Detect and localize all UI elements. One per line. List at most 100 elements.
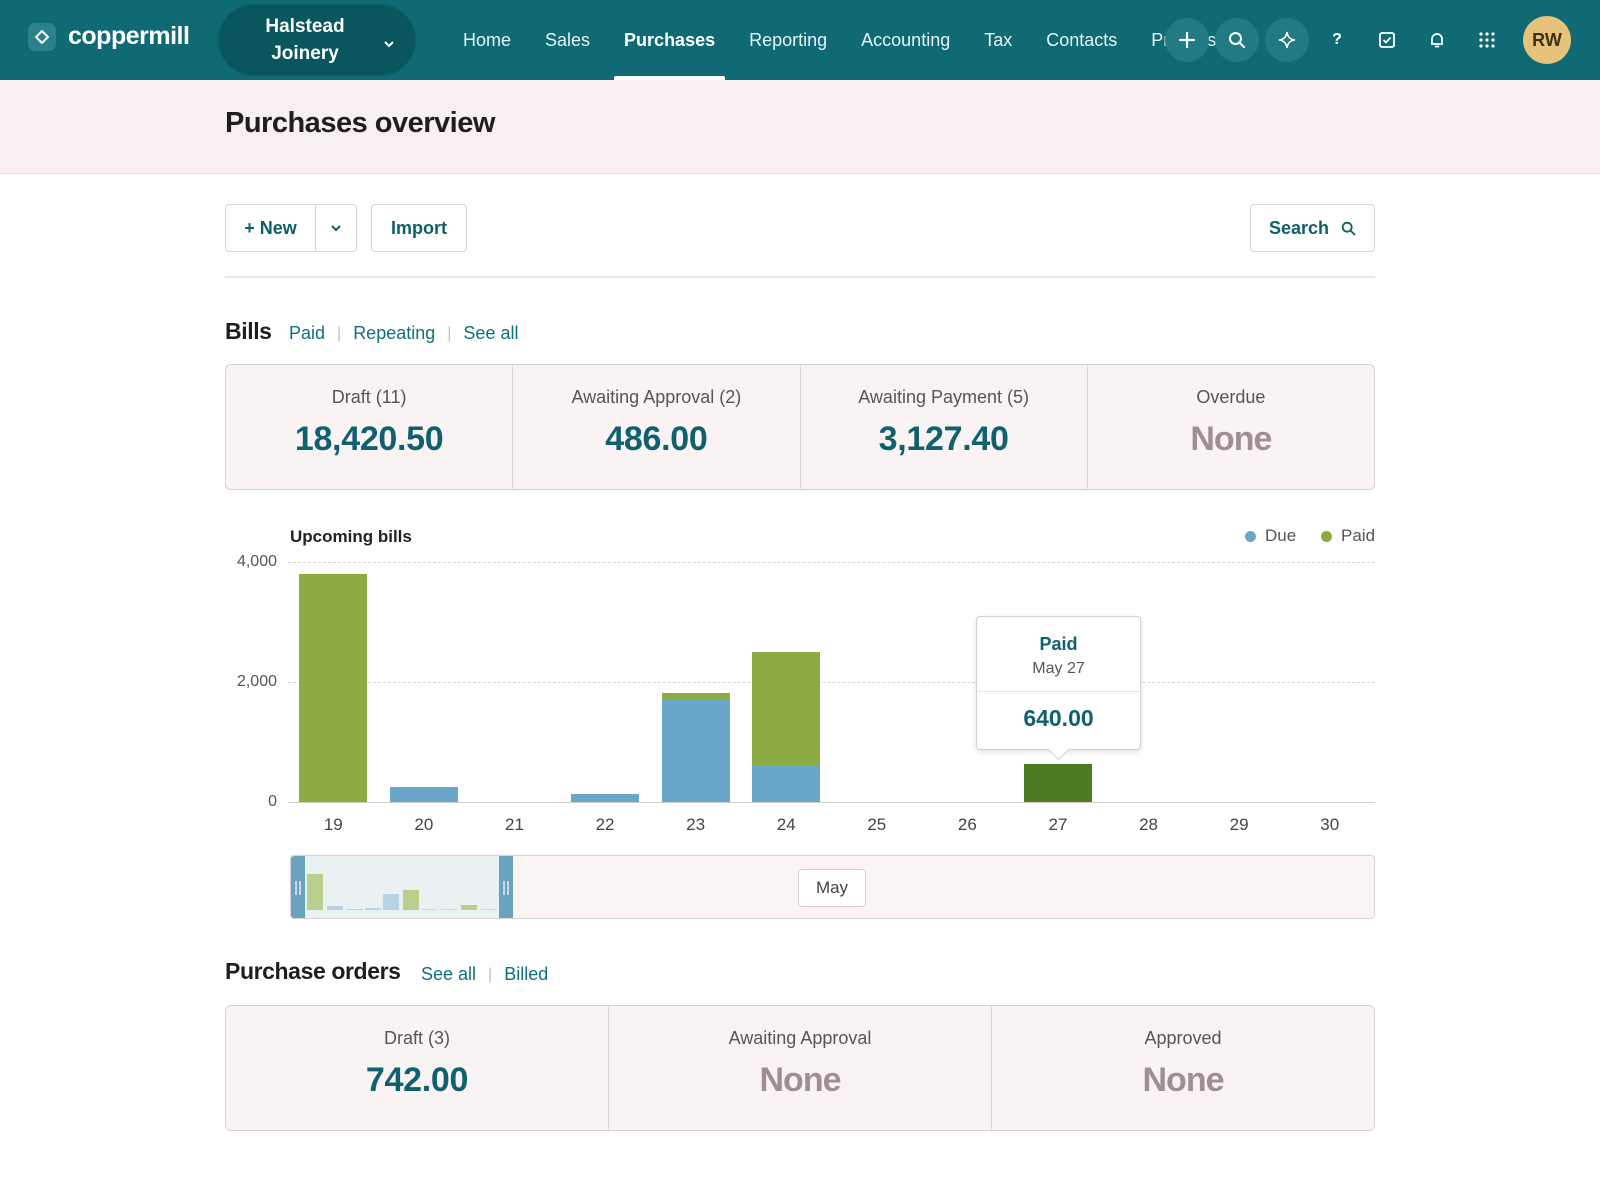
bills-link-see-all[interactable]: See all [463, 323, 518, 344]
card-value: None [1142, 1061, 1225, 1099]
y-tick-label: 2,000 [236, 673, 277, 690]
card-value: 3,127.40 [878, 420, 1009, 458]
page-title: Purchases overview [225, 107, 495, 139]
purchase-orders-summary-cards: Draft (3) 742.00 Awaiting Approval None … [225, 1005, 1375, 1131]
navigator-right-handle[interactable] [499, 856, 513, 918]
x-tick-label: 22 [595, 815, 615, 834]
nav-accounting[interactable]: Accounting [844, 0, 967, 80]
x-tick-label: 19 [323, 815, 343, 834]
x-tick-label: 23 [686, 815, 706, 834]
nav-sales[interactable]: Sales [528, 0, 607, 80]
bar-paid-19[interactable] [299, 574, 368, 802]
card-value: None [1190, 420, 1272, 458]
x-axis-baseline [288, 802, 1375, 803]
po-card-awaiting-approval[interactable]: Awaiting Approval None [609, 1006, 992, 1130]
tasks-icon[interactable] [1365, 18, 1409, 62]
po-card-draft[interactable]: Draft (3) 742.00 [226, 1006, 609, 1130]
plus-icon[interactable] [1165, 18, 1209, 62]
link-separator: | [447, 324, 452, 342]
legend-paid-swatch [1321, 530, 1332, 542]
po-card-approved[interactable]: Approved None [992, 1006, 1374, 1130]
organisation-switcher[interactable]: Halstead Joinery [218, 4, 416, 76]
search-icon[interactable] [1215, 18, 1259, 62]
purchase-orders-links: See all | Billed [421, 964, 548, 985]
navigator-left-handle[interactable] [291, 856, 305, 918]
import-button[interactable]: Import [371, 204, 467, 252]
card-value: 742.00 [365, 1061, 469, 1099]
search-icon [1341, 221, 1356, 236]
x-tick-label: 29 [1229, 815, 1249, 834]
x-tick-label: 28 [1139, 815, 1158, 834]
bar-paid-23[interactable] [661, 692, 730, 699]
bell-icon[interactable] [1415, 18, 1459, 62]
card-value: None [759, 1061, 842, 1099]
new-split-button: + New [225, 204, 357, 252]
search-button-label: Search [1268, 217, 1330, 238]
navigator-selected-range[interactable] [291, 856, 513, 918]
new-dropdown-chevron-icon[interactable] [316, 205, 356, 251]
x-tick-label: 25 [867, 815, 887, 834]
bills-card-awaiting-payment[interactable]: Awaiting Payment (5) 3,127.40 [801, 365, 1088, 489]
y-tick-label: 0 [268, 793, 277, 810]
main-nav: Home Sales Purchases Reporting Accountin… [446, 0, 1233, 80]
bar-paid-24[interactable] [752, 652, 821, 765]
legend-due-label: Due [1265, 526, 1297, 545]
tooltip-date: May 27 [1032, 660, 1085, 677]
legend-due[interactable]: Due [1245, 526, 1296, 546]
card-label: Draft (3) [383, 1028, 450, 1048]
bills-card-draft[interactable]: Draft (11) 18,420.50 [226, 365, 514, 489]
app-grid-icon[interactable] [1465, 18, 1509, 62]
chevron-down-icon [383, 35, 395, 53]
x-tick-label: 24 [776, 815, 796, 834]
bar-due-24[interactable] [752, 764, 821, 802]
card-label: Awaiting Payment (5) [858, 387, 1029, 407]
bar-due-20[interactable] [389, 787, 458, 802]
legend-paid[interactable]: Paid [1321, 526, 1375, 546]
link-separator: | [488, 965, 493, 983]
legend-paid-label: Paid [1341, 526, 1376, 545]
organisation-name: Halstead Joinery [265, 16, 345, 64]
x-tick-label: 21 [504, 815, 524, 834]
bills-link-repeating[interactable]: Repeating [353, 323, 435, 344]
sparkle-icon[interactable] [1265, 18, 1309, 62]
chart-tooltip: Paid May 27 640.00 [976, 616, 1141, 750]
y-tick-label: 4,000 [236, 553, 277, 570]
brand-diamond-icon [28, 22, 56, 51]
po-link-see-all[interactable]: See all [421, 964, 476, 985]
bar-due-22[interactable] [571, 794, 640, 802]
tooltip-value: 640.00 [1023, 705, 1094, 731]
purchase-orders-heading: Purchase orders [225, 958, 401, 984]
chart-title: Upcoming bills [290, 527, 412, 546]
x-tick-label: 26 [957, 815, 977, 834]
new-button[interactable]: + New [226, 205, 316, 251]
bills-card-overdue[interactable]: Overdue None [1088, 365, 1374, 489]
nav-tax[interactable]: Tax [967, 0, 1029, 80]
navigator-month-label: May [798, 869, 866, 907]
brand-logo[interactable]: coppermill [28, 22, 190, 51]
bills-card-awaiting-approval[interactable]: Awaiting Approval (2) 486.00 [513, 365, 801, 489]
bar-due-23[interactable] [661, 698, 730, 802]
bills-links: Paid | Repeating | See all [289, 323, 518, 344]
legend-due-swatch [1245, 530, 1256, 542]
bar-paid-27[interactable] [1023, 763, 1092, 802]
nav-purchases[interactable]: Purchases [607, 0, 732, 80]
x-tick-label: 30 [1320, 815, 1340, 834]
navigator-mini-chart [307, 874, 497, 910]
x-tick-label: 20 [414, 815, 434, 834]
nav-home[interactable]: Home [446, 0, 528, 80]
card-value: 18,420.50 [294, 420, 444, 458]
nav-reporting[interactable]: Reporting [732, 0, 844, 80]
bills-summary-cards: Draft (11) 18,420.50 Awaiting Approval (… [225, 364, 1375, 490]
user-avatar[interactable]: RW [1523, 16, 1571, 64]
page-header: Purchases overview [0, 80, 1600, 174]
bills-link-paid[interactable]: Paid [289, 323, 325, 344]
toolbar-divider [225, 276, 1375, 278]
po-link-billed[interactable]: Billed [504, 964, 548, 985]
top-nav-bar: coppermill Halstead Joinery Home Sales P… [0, 0, 1600, 80]
nav-contacts[interactable]: Contacts [1029, 0, 1134, 80]
card-label: Approved [1144, 1028, 1222, 1048]
tooltip-series: Paid [1039, 634, 1078, 654]
link-separator: | [337, 324, 342, 342]
help-icon[interactable]: ? [1315, 18, 1359, 62]
search-button[interactable]: Search [1250, 204, 1375, 252]
